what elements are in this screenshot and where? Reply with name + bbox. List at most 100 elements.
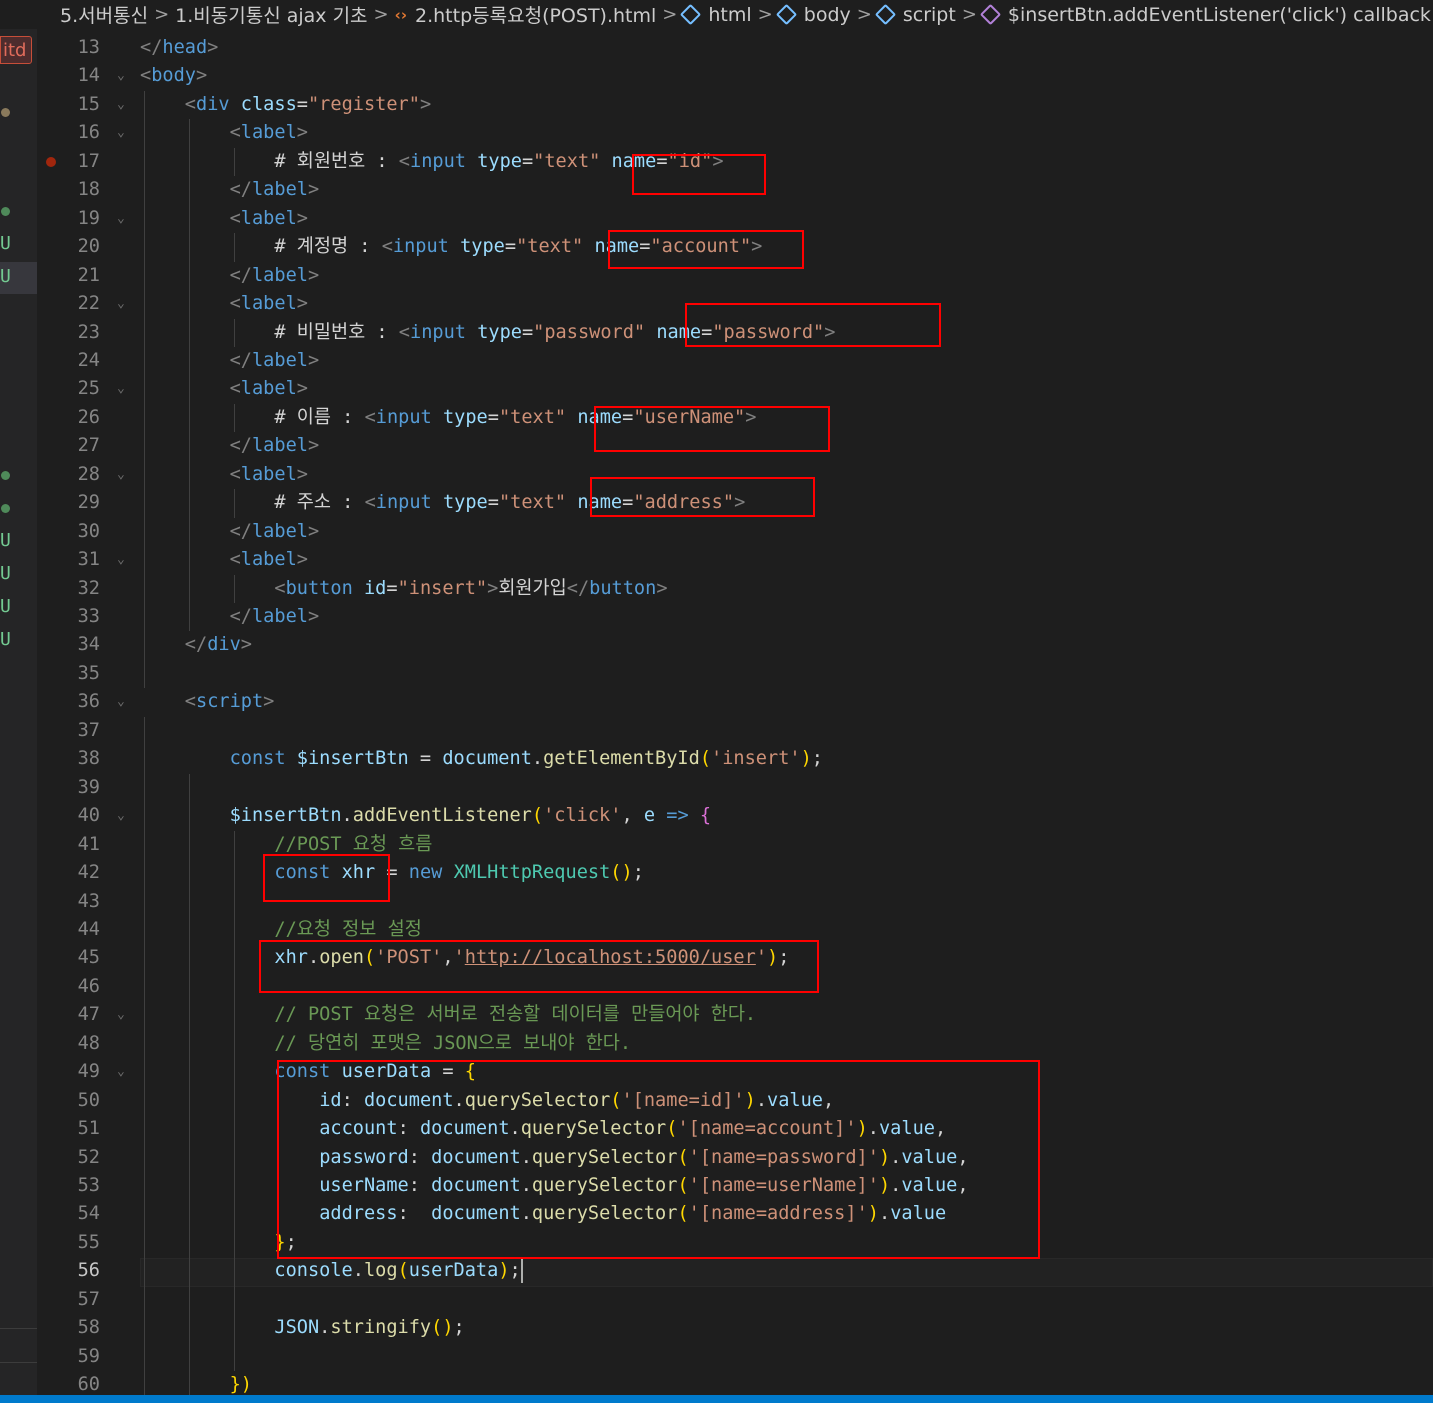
code-line[interactable]: 28 ⌄ <label> — [37, 461, 1433, 490]
code-line[interactable]: 27 </label> — [37, 432, 1433, 461]
breadcrumb-separator: > — [154, 4, 170, 25]
method-icon — [979, 3, 1002, 26]
code-line[interactable]: 32 <button id="insert">회원가입</button> — [37, 575, 1433, 604]
fold-chevron-icon[interactable]: ⌄ — [117, 119, 125, 148]
fold-chevron-icon[interactable]: ⌄ — [117, 375, 125, 404]
breadcrumb-folder-2[interactable]: 1.비동기통신 ajax 기초 — [175, 1, 367, 28]
breadcrumb-file[interactable]: ‹› 2.http등록요청(POST).html — [395, 1, 657, 28]
code-line[interactable]: 50 id: document.querySelector('[name=id]'… — [37, 1087, 1433, 1116]
code-line[interactable]: 22 ⌄ <label> — [37, 290, 1433, 319]
code-line[interactable]: 44 //요청 정보 설정 — [37, 916, 1433, 945]
line-number: 15 — [77, 93, 100, 115]
fold-chevron-icon[interactable]: ⌄ — [117, 290, 125, 319]
code-text: </head> — [140, 37, 219, 58]
code-text: # 비밀번호 : <input type="password" name="pa… — [274, 321, 836, 343]
code-line[interactable]: 35 — [37, 660, 1433, 689]
code-line[interactable]: 17 # 회원번호 : <input type="text" name="id"> — [37, 148, 1433, 177]
code-line[interactable]: 21 </label> — [37, 262, 1433, 291]
line-number: 20 — [77, 236, 100, 258]
breadcrumb-folder-1[interactable]: 5.서버통신 — [60, 1, 148, 28]
code-line[interactable]: 40 ⌄ $insertBtn.addEventListener('click', … — [37, 802, 1433, 831]
code-line[interactable]: 58 JSON.stringify(); — [37, 1314, 1433, 1343]
code-line[interactable]: 31 ⌄ <label> — [37, 546, 1433, 575]
code-line[interactable]: 34 </div> — [37, 631, 1433, 660]
code-line[interactable]: 52 password: document.querySelector('[nam… — [37, 1144, 1433, 1173]
breakpoint-icon[interactable] — [46, 156, 56, 167]
code-text: </label> — [229, 435, 320, 457]
code-text: </label> — [229, 264, 320, 286]
code-line[interactable]: 55}; — [37, 1229, 1433, 1258]
code-line[interactable]: 51 account: document.querySelector('[name… — [37, 1115, 1433, 1144]
code-line[interactable]: 41 //POST 요청 흐름 — [37, 831, 1433, 860]
code-text: id: document.querySelector('[name=id]').… — [319, 1089, 835, 1111]
code-line[interactable]: 26 # 이름 : <input type="text" name="userNa… — [37, 404, 1433, 433]
code-text: $insertBtn.addEventListener('click', e =… — [229, 805, 712, 827]
code-editor[interactable]: 13 </head> 14 ⌄ <body> 15 ⌄ <div class="registe… — [37, 29, 1433, 1395]
breadcrumb-separator: > — [961, 4, 977, 25]
code-line[interactable]: 15 ⌄ <div class="register"> — [37, 91, 1433, 120]
line-number: 60 — [77, 1374, 100, 1395]
code-line[interactable]: 48 // 당연히 포맷은 JSON으로 보내야 한다. — [37, 1030, 1433, 1059]
code-line[interactable]: 25 ⌄ <label> — [37, 375, 1433, 404]
code-line[interactable]: 14 ⌄ <body> — [37, 62, 1433, 91]
code-line[interactable]: 18 </label> — [37, 176, 1433, 205]
breadcrumb-symbol-body[interactable]: body — [775, 4, 851, 26]
code-line[interactable]: 30 </label> — [37, 518, 1433, 547]
code-line[interactable]: 39 — [37, 774, 1433, 803]
code-text: account: document.querySelector('[name=a… — [319, 1118, 947, 1140]
code-line[interactable]: 24 </label> — [37, 347, 1433, 376]
fold-chevron-icon[interactable]: ⌄ — [117, 1001, 125, 1030]
code-line[interactable]: 59 — [37, 1343, 1433, 1372]
code-line[interactable]: 43 — [37, 888, 1433, 917]
fold-chevron-icon[interactable]: ⌄ — [117, 91, 125, 120]
line-number: 35 — [77, 662, 100, 684]
code-line[interactable]: 45 xhr.open('POST','http://localhost:5000… — [37, 944, 1433, 973]
breadcrumb-symbol-script[interactable]: script — [874, 4, 956, 26]
code-text: }; — [274, 1231, 297, 1253]
fold-chevron-icon[interactable]: ⌄ — [117, 62, 125, 91]
line-number: 47 — [77, 1004, 100, 1026]
line-number: 28 — [77, 463, 100, 485]
code-line[interactable]: 19 ⌄ <label> — [37, 205, 1433, 234]
line-number: 32 — [77, 577, 100, 599]
code-line[interactable]: 53 userName: document.querySelector('[nam… — [37, 1172, 1433, 1201]
code-line[interactable]: 29 # 주소 : <input type="text" name="addres… — [37, 489, 1433, 518]
code-line[interactable]: 54 address: document.querySelector('[name… — [37, 1200, 1433, 1229]
line-number: 25 — [77, 378, 100, 400]
code-text: # 이름 : <input type="text" name="userName… — [274, 406, 757, 428]
code-line[interactable]: 49 ⌄ const userData = { — [37, 1058, 1433, 1087]
untracked-mark: U — [0, 596, 11, 617]
fold-chevron-icon[interactable]: ⌄ — [117, 546, 125, 575]
breadcrumb-symbol-html[interactable]: html — [680, 4, 752, 26]
code-text: xhr.open('POST','http://localhost:5000/u… — [274, 947, 790, 969]
code-line[interactable]: 13 </head> — [37, 34, 1433, 63]
code-line[interactable]: 20 # 계정명 : <input type="text" name="accou… — [37, 233, 1433, 262]
breadcrumb-symbol-callback[interactable]: $insertBtn.addEventListener('click') cal… — [979, 3, 1431, 26]
fold-chevron-icon[interactable]: ⌄ — [117, 802, 125, 831]
code-line[interactable]: 60}) — [37, 1371, 1433, 1395]
text-cursor — [520, 1258, 523, 1283]
fold-chevron-icon[interactable]: ⌄ — [117, 1058, 125, 1087]
line-number: 57 — [77, 1288, 100, 1310]
line-number: 42 — [77, 862, 100, 884]
code-line[interactable]: 37 — [37, 717, 1433, 746]
line-number: 39 — [77, 776, 100, 798]
code-line[interactable]: 42 const xhr = new XMLHttpRequest(); — [37, 859, 1433, 888]
code-line[interactable]: 36 ⌄ <script> — [37, 688, 1433, 717]
folder-badge[interactable]: itd — [0, 36, 32, 64]
code-line[interactable]: 38 const $insertBtn = document.getElement… — [37, 745, 1433, 774]
fold-chevron-icon[interactable]: ⌄ — [117, 688, 125, 717]
fold-chevron-icon[interactable]: ⌄ — [117, 205, 125, 234]
code-line[interactable]: 56 console.log(userData); — [37, 1257, 1433, 1286]
breadcrumb-separator: > — [757, 4, 773, 25]
code-line[interactable]: 23 # 비밀번호 : <input type="password" name="… — [37, 319, 1433, 348]
code-line[interactable]: 33 </label> — [37, 603, 1433, 632]
code-line[interactable]: 57 — [37, 1286, 1433, 1315]
fold-chevron-icon[interactable]: ⌄ — [117, 461, 125, 490]
code-line[interactable]: 47 ⌄ // POST 요청은 서버로 전송할 데이터를 만들어야 한다. — [37, 1001, 1433, 1030]
breadcrumb-separator: > — [856, 4, 872, 25]
code-line[interactable]: 16 ⌄ <label> — [37, 119, 1433, 148]
code-text: # 계정명 : <input type="text" name="account… — [274, 236, 763, 258]
line-number: 45 — [77, 947, 100, 969]
code-line[interactable]: 46 — [37, 973, 1433, 1002]
